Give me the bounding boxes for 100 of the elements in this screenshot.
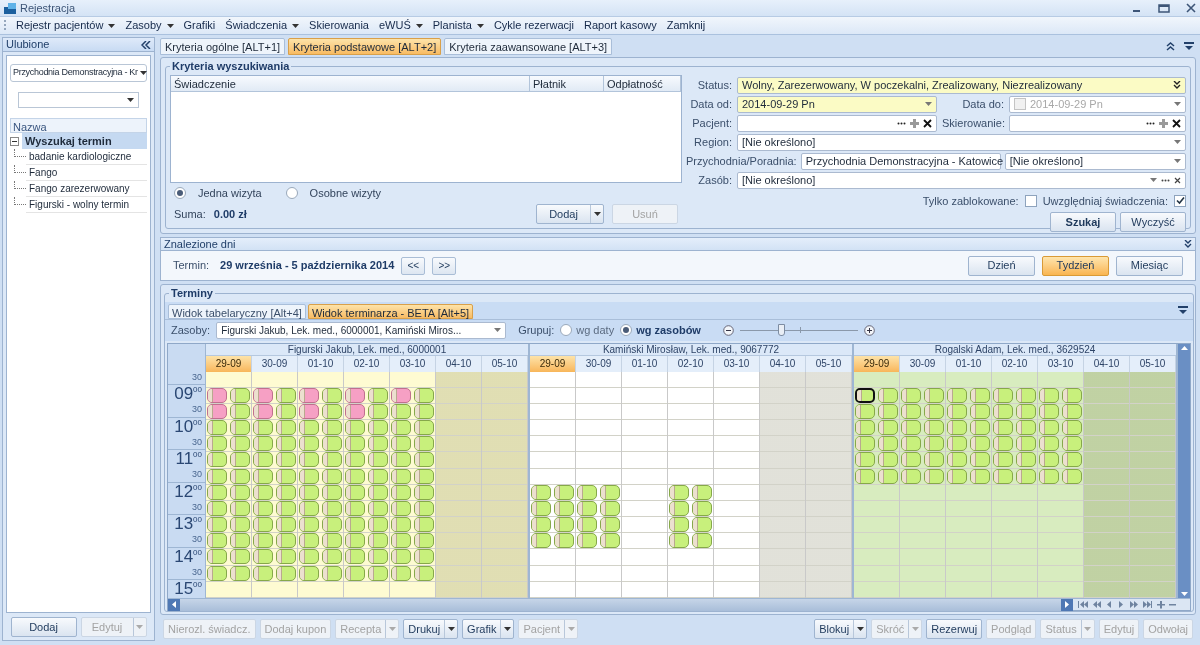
caret-icon [503, 627, 511, 631]
action-button[interactable]: Wyczyść [1120, 212, 1186, 232]
checkbox[interactable] [1174, 194, 1186, 207]
toolbar-button[interactable]: Tydzień [1042, 255, 1109, 276]
field-value: 2014-09-29 Pn [742, 96, 816, 112]
toolbar-button[interactable]: Rezerwuj [926, 619, 983, 639]
toolbar-button[interactable]: Dodaj [536, 204, 604, 225]
field-value: Figurski Jakub, Lek. med., 6000001, Kamiński Miros... [221, 323, 463, 338]
zoom-out-icon[interactable] [722, 324, 734, 336]
dropdown-field[interactable]: Figurski Jakub, Lek. med., 6000001, Kamiński Miros... [216, 321, 507, 339]
menu-item[interactable]: Zasoby [125, 17, 174, 34]
expand-icon[interactable] [1173, 81, 1181, 89]
caret-icon [108, 23, 116, 28]
dropdown-icon[interactable] [1184, 41, 1194, 51]
column-header[interactable]: Odpłatność [604, 75, 681, 91]
tree-item[interactable]: Figurski - wolny termin [26, 197, 147, 213]
minute-label: 00 [193, 580, 202, 589]
action-button[interactable]: Szukaj [1050, 212, 1116, 232]
tab[interactable]: Kryteria podstawowe [ALT+2] [288, 37, 442, 55]
menu-item[interactable]: Rejestr pacjentów [16, 17, 116, 34]
caret-icon [494, 328, 502, 332]
dropdown-field[interactable]: [Nie określono] [1004, 152, 1186, 170]
toolbar-button[interactable]: Dzień [968, 255, 1035, 276]
field-label: Skierowanie: [942, 115, 1004, 131]
dropdown-field[interactable]: Wolny, Zarezerwowany, W poczekalni, Zrealizowany, Niezrealizowany [737, 76, 1186, 94]
radio-button[interactable] [174, 187, 186, 200]
menu-item[interactable]: Raport kasowy [584, 17, 657, 34]
horizontal-scrollbar[interactable] [168, 598, 1073, 611]
toolbar-button[interactable]: Drukuj [403, 619, 459, 639]
scroll-up-icon[interactable] [1180, 345, 1188, 350]
expand-icon[interactable] [1184, 240, 1192, 248]
group-title: Kryteria wyszukiwania [171, 59, 291, 74]
dropdown-icon[interactable] [1178, 305, 1188, 315]
close-icon[interactable] [1174, 176, 1181, 184]
toolbar-button[interactable]: Dodaj [10, 617, 77, 637]
dropdown-field[interactable]: [Nie określono] [737, 133, 1186, 151]
tab[interactable]: Widok tabelaryczny [Alt+4] [168, 303, 306, 319]
dropdown-field[interactable] [18, 92, 139, 108]
tree-item[interactable]: Fango [26, 165, 147, 181]
scroll-down-icon[interactable] [1180, 592, 1188, 596]
navigation-icons[interactable] [1077, 600, 1177, 609]
radio-button[interactable] [560, 324, 573, 336]
tree-item[interactable]: Wyszukaj termin [22, 133, 147, 149]
dropdown-field[interactable]: 2014-09-29 Pn [737, 95, 937, 113]
scroll-left-button[interactable] [168, 598, 180, 611]
zoom-in-icon[interactable] [863, 324, 875, 336]
radio-button[interactable] [620, 324, 633, 336]
scroll-right-button[interactable] [1061, 598, 1073, 611]
vertical-scrollbar[interactable] [1178, 343, 1190, 598]
menu-item[interactable]: Świadczenia [225, 17, 300, 34]
menu-item[interactable]: eWUŚ [379, 17, 423, 34]
tab[interactable]: Kryteria ogólne [ALT+1] [160, 37, 286, 55]
hour-label: 12 [174, 482, 194, 501]
window-title: Rejestracja [20, 0, 76, 16]
minute-label: 30 [192, 500, 202, 514]
close-icon[interactable] [1172, 118, 1181, 128]
column-header[interactable]: Płatnik [530, 75, 604, 91]
menu-item[interactable]: Cykle rezerwacji [493, 17, 574, 34]
field-label: Pacjent: [691, 115, 732, 131]
caret-icon [593, 212, 601, 217]
lookup-field[interactable] [1009, 114, 1186, 132]
more-icon[interactable] [1161, 178, 1170, 182]
menu-item[interactable]: Grafiki [183, 17, 216, 34]
radio-button[interactable] [285, 187, 298, 200]
caret-icon [1174, 102, 1181, 106]
close-icon[interactable] [923, 118, 932, 128]
menu-item[interactable]: Zamknij [666, 17, 706, 34]
tab[interactable]: Kryteria zaawansowane [ALT+3] [444, 37, 613, 55]
more-icon[interactable] [1146, 121, 1155, 125]
checkbox[interactable] [1024, 194, 1037, 207]
field-value: [Nie określono] [742, 134, 817, 150]
expand-icon[interactable] [10, 136, 19, 146]
collapse-icon[interactable] [141, 40, 151, 49]
radio-label: wg daty [576, 322, 615, 338]
tree-item[interactable]: badanie kardiologiczne [26, 149, 147, 165]
toolbar-button[interactable]: Blokuj [814, 619, 868, 639]
nav-button[interactable]: >> [432, 256, 457, 275]
toolbar-button[interactable]: Miesiąc [1116, 255, 1183, 276]
menu-item[interactable]: Skierowania [309, 17, 369, 34]
term-label: Termin: [173, 258, 210, 274]
close-icon[interactable] [1186, 3, 1196, 13]
lookup-field[interactable] [737, 114, 937, 132]
tree-item[interactable]: Fango zarezerwowany [26, 181, 147, 197]
collapse-icon[interactable] [1166, 41, 1175, 51]
slider-thumb[interactable] [778, 324, 786, 336]
toolbar-button[interactable]: Grafik [462, 619, 515, 639]
nav-button[interactable]: << [401, 256, 426, 275]
hour-label: 13 [174, 515, 194, 533]
clinic-dropdown[interactable]: Przychodnia Demonstracyjna - Kr [10, 64, 147, 82]
field-label: Data do: [961, 96, 1004, 112]
dropdown-field[interactable]: [Nie określono] [737, 171, 1186, 189]
more-icon[interactable] [897, 121, 906, 125]
column-header[interactable]: Świadczenie [171, 75, 530, 91]
minute-label: 00 [193, 417, 202, 427]
app-icon [4, 2, 16, 14]
restore-icon[interactable] [1158, 3, 1170, 13]
menu-item[interactable]: Planista [432, 17, 484, 34]
minute-label: 30 [192, 565, 202, 579]
zoom-slider[interactable] [739, 324, 858, 336]
tab[interactable]: Widok terminarza - BETA [Alt+5] [307, 303, 474, 319]
